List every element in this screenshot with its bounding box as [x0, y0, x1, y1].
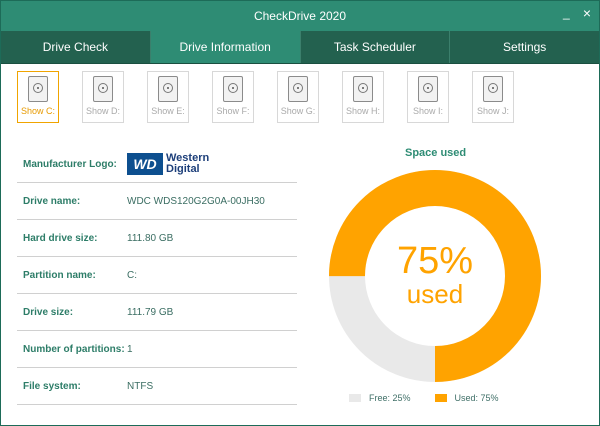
- drive-j-button[interactable]: Show J:: [472, 71, 514, 123]
- space-used-title: Space used: [405, 147, 467, 159]
- app-window: CheckDrive 2020 _ × Drive Check Drive In…: [0, 0, 600, 426]
- drive-info-panel: Manufacturer Logo: WD Western Digital Dr…: [17, 146, 297, 405]
- wd-mark: WD: [127, 153, 163, 175]
- file-system-value: NTFS: [127, 380, 154, 392]
- space-legend: Free: 25% Used: 75%: [349, 393, 523, 403]
- hard-drive-icon: [483, 76, 503, 102]
- drive-label: Show C:: [20, 106, 55, 116]
- main-tabs: Drive Check Drive Information Task Sched…: [1, 31, 599, 64]
- partitions-label: Number of partitions:: [23, 343, 125, 355]
- hard-drive-icon: [158, 76, 178, 102]
- hard-drive-size-value: 111.80 GB: [127, 232, 174, 244]
- drive-label: Show H:: [345, 106, 380, 116]
- drive-label: Show G:: [280, 106, 316, 116]
- hard-drive-size-row: Hard drive size: 111.80 GB: [17, 220, 297, 257]
- partition-name-row: Partition name: C:: [17, 257, 297, 294]
- hard-drive-icon: [353, 76, 373, 102]
- minimize-button[interactable]: _: [563, 7, 573, 19]
- drive-e-button[interactable]: Show E:: [147, 71, 189, 123]
- drive-d-button[interactable]: Show D:: [82, 71, 124, 123]
- used-swatch: [434, 394, 447, 402]
- used-word-text: used: [407, 279, 463, 309]
- drive-name-row: Drive name: WDC WDS120G2G0A-00JH30: [17, 183, 297, 220]
- drive-h-button[interactable]: Show H:: [342, 71, 384, 123]
- drive-i-button[interactable]: Show I:: [407, 71, 449, 123]
- drive-label: Show I:: [412, 106, 443, 116]
- used-legend-item: Used: 75%: [434, 393, 499, 403]
- hard-drive-icon: [93, 76, 113, 102]
- file-system-row: File system: NTFS: [17, 368, 297, 405]
- hard-drive-icon: [223, 76, 243, 102]
- drive-size-row: Drive size: 111.79 GB: [17, 294, 297, 331]
- hard-drive-icon: [288, 76, 308, 102]
- tab-drive-information[interactable]: Drive Information: [150, 31, 301, 63]
- file-system-label: File system:: [23, 380, 81, 392]
- drive-label: Show D:: [85, 106, 120, 116]
- title-bar: CheckDrive 2020 _ ×: [1, 1, 599, 31]
- drive-name-label: Drive name:: [23, 195, 81, 207]
- partition-name-value: C:: [127, 269, 137, 281]
- drive-size-value: 111.79 GB: [127, 306, 174, 318]
- drive-label: Show E:: [151, 106, 185, 116]
- wd-logo: WD Western Digital: [127, 153, 209, 175]
- free-swatch: [349, 394, 361, 402]
- wd-line-2: Digital: [166, 163, 200, 175]
- partition-name-label: Partition name:: [23, 269, 96, 281]
- tab-settings[interactable]: Settings: [450, 31, 599, 63]
- free-legend-item: Free: 25%: [349, 393, 411, 403]
- used-legend-label: Used: 75%: [454, 393, 499, 403]
- used-percent-text: 75%: [397, 240, 473, 282]
- close-button[interactable]: ×: [583, 6, 591, 20]
- drive-f-button[interactable]: Show F:: [212, 71, 254, 123]
- partitions-row: Number of partitions: 1: [17, 331, 297, 368]
- partitions-value: 1: [127, 343, 133, 355]
- drive-name-value: WDC WDS120G2G0A-00JH30: [127, 195, 265, 207]
- drive-label: Show J:: [476, 106, 509, 116]
- hard-drive-size-label: Hard drive size:: [23, 232, 98, 244]
- manufacturer-row: Manufacturer Logo: WD Western Digital: [17, 146, 297, 183]
- tab-task-scheduler[interactable]: Task Scheduler: [301, 31, 451, 63]
- tab-drive-check[interactable]: Drive Check: [1, 31, 151, 63]
- drive-size-label: Drive size:: [23, 306, 74, 318]
- wd-text: Western Digital: [166, 153, 209, 175]
- window-title: CheckDrive 2020: [253, 9, 347, 23]
- drive-g-button[interactable]: Show G:: [277, 71, 319, 123]
- drive-selector: Show C: Show D: Show E: Show F: Show G: …: [17, 71, 537, 131]
- hard-drive-icon: [28, 76, 48, 102]
- free-legend-label: Free: 25%: [369, 393, 411, 403]
- space-used-chart: 75% used: [329, 170, 541, 382]
- drive-c-button[interactable]: Show C:: [17, 71, 59, 123]
- hard-drive-icon: [418, 76, 438, 102]
- manufacturer-label: Manufacturer Logo:: [23, 158, 117, 170]
- drive-label: Show F:: [216, 106, 250, 116]
